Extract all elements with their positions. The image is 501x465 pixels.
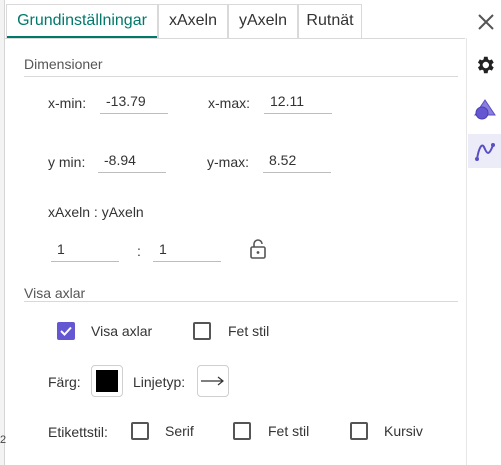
graph-icon [474,143,495,161]
arrow-right-icon [201,376,224,386]
label-bold-checkbox[interactable] [233,422,251,440]
shapes-icon [473,99,496,120]
section-divider [24,301,458,302]
unlock-icon [250,239,266,259]
settings-button[interactable] [468,48,501,82]
axis-tick-label: 2 [0,434,7,446]
linetype-button[interactable] [197,365,229,397]
section-divider [24,76,458,77]
xmin-label: x-min: [48,95,87,111]
tab-label: yAxeln [238,12,288,29]
ratio-separator: : [137,243,141,259]
color-label: Färg: [48,374,81,390]
show-axes-heading: Visa axlar [24,285,86,301]
graphics-settings-button[interactable] [468,92,501,126]
tab-xaxeln[interactable]: xAxeln [158,4,228,38]
xmax-input[interactable]: 12.11 [264,90,332,114]
close-icon [478,14,494,30]
serif-label: Serif [165,423,194,439]
bold-axes-checkbox[interactable] [193,322,211,340]
color-swatch-button[interactable] [91,365,123,397]
label-bold-label: Fet stil [268,423,310,439]
tab-rutnat[interactable]: Rutnät [298,4,362,38]
checkmark-icon [60,326,72,336]
dimensions-heading: Dimensioner [24,56,103,72]
xmax-label: x-max: [208,95,250,111]
label-style-label: Etikettstil: [48,424,108,440]
bold-axes-label: Fet stil [228,323,270,339]
ymin-input[interactable]: -8.94 [98,149,166,173]
ymin-label: y min: [48,154,86,170]
graphics-view-edge: 2 [0,0,7,465]
linetype-label: Linjetyp: [133,374,186,390]
axis-ratio-label: xAxeln : yAxeln [48,204,144,220]
tab-label: Grundinställningar [17,12,147,29]
italic-checkbox[interactable] [350,422,368,440]
tab-label: Rutnät [306,12,354,29]
show-axes-checkbox[interactable] [57,322,75,340]
lock-ratio-button[interactable] [248,238,268,260]
tab-label: xAxeln [168,12,218,29]
tab-yaxeln[interactable]: yAxeln [228,4,298,38]
color-swatch [96,370,118,392]
xmin-input[interactable]: -13.79 [100,90,168,114]
graph-settings-button[interactable] [468,134,501,168]
close-button[interactable] [474,10,498,34]
gear-icon [477,56,494,74]
tab-grundinstallningar[interactable]: Grundinställningar [6,4,158,39]
ymax-input[interactable]: 8.52 [263,149,331,173]
ratio-x-input[interactable]: 1 [51,238,119,262]
ymax-label: y-max: [207,154,249,170]
ratio-y-input[interactable]: 1 [153,238,221,262]
italic-label: Kursiv [384,423,423,439]
serif-checkbox[interactable] [131,422,149,440]
tab-divider [5,38,465,39]
show-axes-label: Visa axlar [91,323,153,339]
